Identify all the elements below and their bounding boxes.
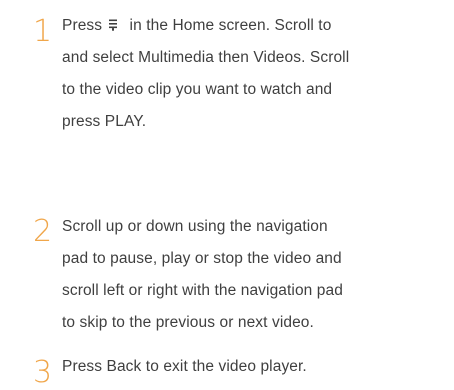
step-number: 3 bbox=[33, 355, 53, 390]
menu-icon bbox=[108, 19, 118, 31]
step-number: 1 bbox=[33, 14, 53, 49]
step-text-line: scroll left or right with the navigation… bbox=[62, 282, 343, 299]
step-text: Press Back to exit the video player. bbox=[62, 351, 452, 383]
step-text-line: Press in the Home screen. Scroll to bbox=[62, 10, 452, 42]
step-text: Scroll up or down using the navigation p… bbox=[62, 211, 452, 339]
step-number: 2 bbox=[33, 214, 53, 249]
step-text-line: Scroll up or down using the navigation bbox=[62, 218, 328, 235]
step-text: Press in the Home screen. Scroll to and … bbox=[62, 10, 452, 138]
step-text-line: pad to pause, play or stop the video and bbox=[62, 250, 342, 267]
step-text-line: Press Back to exit the video player. bbox=[62, 358, 307, 375]
step-text-line: to skip to the previous or next video. bbox=[62, 314, 314, 331]
step-text-line-content: in the Home screen. Scroll to bbox=[125, 17, 332, 34]
step-text-line: and select Multimedia then Videos. Scrol… bbox=[62, 49, 350, 66]
step-text-prefix: Press bbox=[62, 17, 103, 34]
step-text-line: to the video clip you want to watch and bbox=[62, 81, 333, 98]
step-text-line: press PLAY. bbox=[62, 113, 147, 130]
